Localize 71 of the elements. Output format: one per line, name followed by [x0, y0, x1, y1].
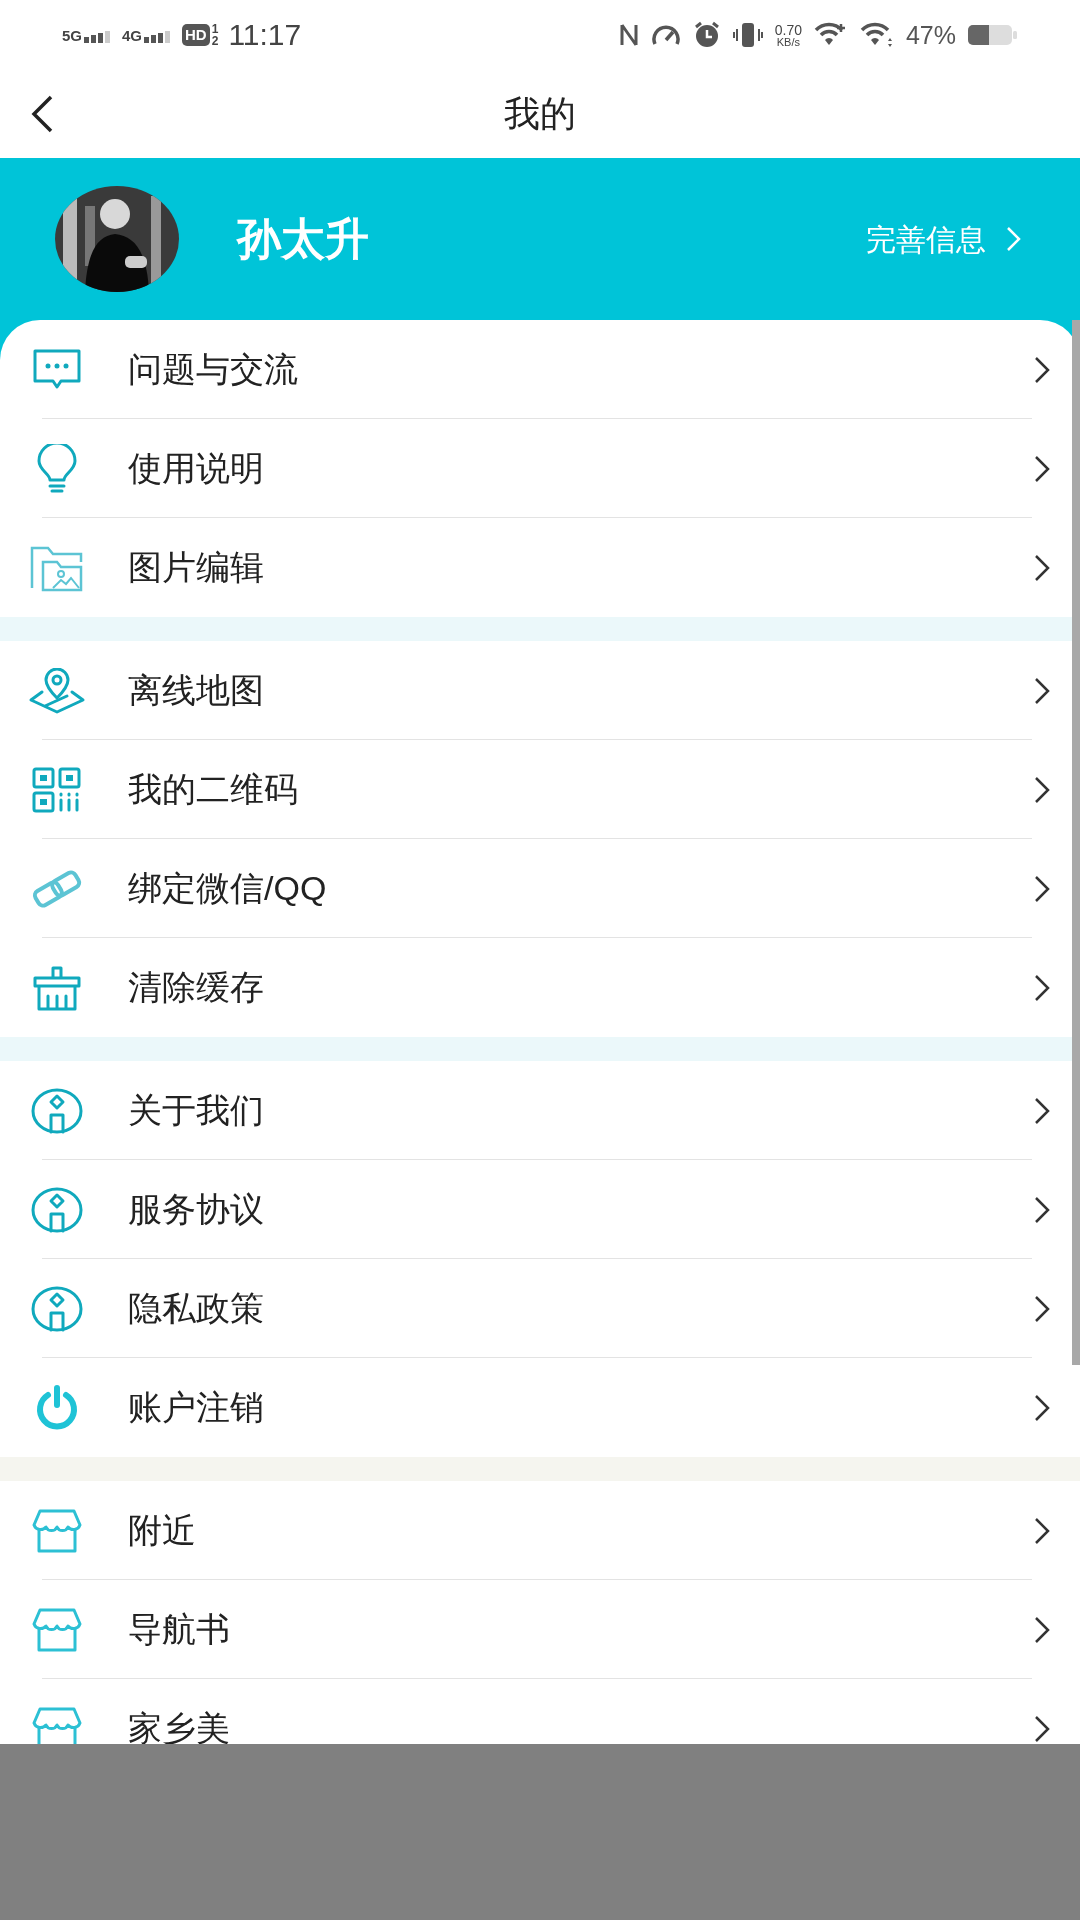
- chevron-icon: [1034, 1516, 1050, 1545]
- scrollbar[interactable]: [1072, 320, 1080, 1365]
- menu-item[interactable]: 图片编辑: [0, 518, 1072, 617]
- chevron-icon: [1006, 226, 1022, 252]
- menu-label: 关于我们: [128, 1090, 264, 1131]
- user-name: 孙太升: [237, 213, 369, 265]
- shop-icon: [31, 1606, 83, 1653]
- chevron-icon: [1034, 874, 1050, 903]
- signal-icon: [84, 28, 112, 43]
- signal-icon: [144, 28, 173, 43]
- sim-number: 1: [211, 23, 219, 35]
- chevron-icon: [1034, 775, 1050, 804]
- house-circle-icon: [30, 1185, 84, 1234]
- chevron-icon: [1034, 1195, 1050, 1224]
- menu-label: 使用说明: [128, 448, 264, 489]
- network-label: 4G: [122, 27, 143, 43]
- sim-number: 2: [211, 35, 219, 47]
- chevron-icon: [1034, 676, 1050, 705]
- menu-item[interactable]: 附近: [0, 1481, 1072, 1580]
- alarm-icon: [692, 21, 721, 49]
- menu-item[interactable]: 清除缓存: [0, 938, 1072, 1037]
- menu-item[interactable]: 导航书: [0, 1580, 1072, 1679]
- menu-label: 清除缓存: [128, 967, 264, 1008]
- page-title: 我的: [504, 92, 576, 136]
- power-icon: [34, 1384, 80, 1431]
- menu-label: 离线地图: [128, 670, 264, 711]
- chevron-icon: [1034, 973, 1050, 1002]
- menu-item[interactable]: 离线地图: [0, 641, 1072, 740]
- menu-label: 服务协议: [128, 1189, 264, 1230]
- network-label: 5G: [62, 27, 82, 43]
- chevron-icon: [1034, 1393, 1050, 1422]
- shop-icon: [31, 1705, 83, 1744]
- menu-item[interactable]: 账户注销: [0, 1358, 1072, 1457]
- menu-item[interactable]: 问题与交流: [0, 320, 1072, 419]
- network-speed: 0.70: [774, 22, 802, 37]
- vibrate-icon: [732, 21, 763, 49]
- menu-item[interactable]: 我的二维码: [0, 740, 1072, 839]
- menu-item[interactable]: 隐私政策: [0, 1259, 1072, 1358]
- speed-unit: KB/s: [776, 36, 800, 48]
- nfc-icon: [618, 22, 639, 48]
- qr-code-icon: [32, 766, 82, 813]
- menu-label: 隐私政策: [128, 1288, 264, 1329]
- menu-label: 导航书: [128, 1609, 230, 1650]
- menu-item[interactable]: 关于我们: [0, 1061, 1072, 1160]
- chevron-icon: [1034, 553, 1050, 582]
- back-icon: [30, 94, 54, 134]
- menu-label: 账户注销: [128, 1387, 264, 1428]
- house-circle-icon: [30, 1284, 84, 1333]
- battery-icon: [968, 23, 1018, 47]
- lightbulb-icon: [35, 443, 79, 494]
- menu-label: 附近: [128, 1510, 196, 1551]
- menu-item[interactable]: 绑定微信/QQ: [0, 839, 1072, 938]
- status-time: 11:17: [228, 20, 302, 50]
- wifi-icon: [859, 22, 894, 48]
- shop-icon: [31, 1507, 83, 1554]
- chevron-icon: [1034, 1615, 1050, 1644]
- chevron-icon: [1034, 1294, 1050, 1323]
- chevron-icon: [1034, 454, 1050, 483]
- chevron-icon: [1034, 1096, 1050, 1125]
- map-pin-icon: [28, 667, 86, 714]
- menu-label: 图片编辑: [128, 547, 264, 588]
- menu-label: 问题与交流: [128, 349, 298, 390]
- hd-badge: HD: [182, 24, 210, 46]
- menu-item[interactable]: 使用说明: [0, 419, 1072, 518]
- menu-item[interactable]: 服务协议: [0, 1160, 1072, 1259]
- menu-label: 绑定微信/QQ: [128, 868, 327, 909]
- chevron-icon: [1034, 355, 1050, 384]
- house-circle-icon: [30, 1086, 84, 1135]
- battery-percent: 47%: [905, 22, 956, 48]
- chevron-icon: [1034, 1714, 1050, 1743]
- menu-label: 我的二维码: [128, 769, 298, 810]
